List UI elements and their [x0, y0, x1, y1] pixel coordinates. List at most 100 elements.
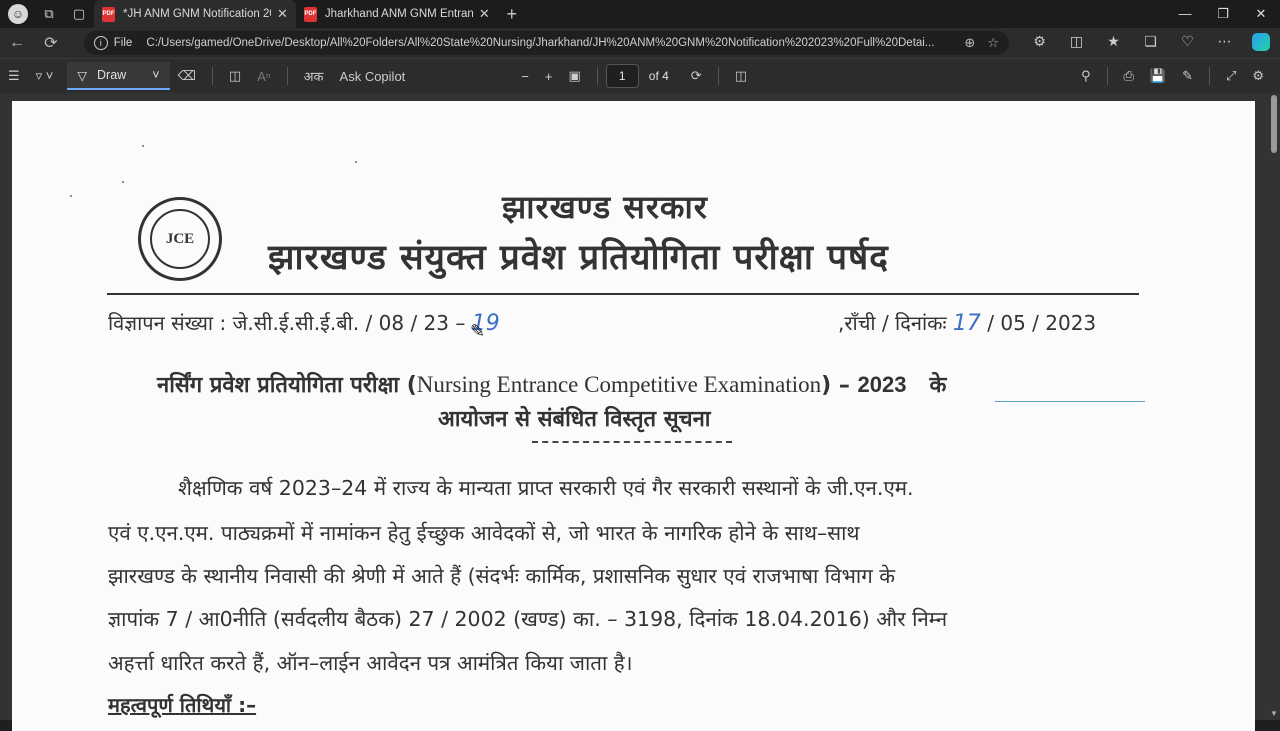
notice-date: ,राँची / दिनांकः 17 / 05 / 2023	[838, 309, 1096, 336]
advertisement-number: विज्ञापन संख्या : जे.सी.ई.सी.ई.बी. / 08 …	[108, 309, 500, 336]
workspaces-icon[interactable]: ⧉	[34, 0, 64, 28]
settings-gear-icon[interactable]: ⚙	[1244, 68, 1272, 84]
date-handwritten: 17	[952, 311, 981, 336]
rotate-icon[interactable]: ⟳	[683, 68, 710, 84]
zoom-out-button[interactable]: −	[513, 69, 537, 84]
more-menu-icon[interactable]: ⋯	[1206, 33, 1243, 54]
read-aloud-icon[interactable]: Aⁿ	[249, 69, 278, 84]
browser-extensions: ⚙ ◫ ★ ❏ ♡ ⋯	[1021, 32, 1280, 54]
fullscreen-icon[interactable]: ⤢	[1218, 68, 1244, 84]
speck	[142, 145, 144, 147]
chevron-down-icon[interactable]: ˅	[152, 68, 159, 82]
divider	[596, 67, 598, 85]
pdf-icon: PDF	[303, 6, 317, 22]
jceceb-seal-logo: JCE	[138, 197, 222, 281]
paragraph-line: अहर्त्ता धारित करते हैं, ऑन–लाईन आवेदन प…	[108, 651, 633, 675]
new-tab-button[interactable]: +	[498, 4, 526, 25]
tab-title: Jharkhand ANM GNM Entrance E	[324, 8, 473, 20]
page-total: of 4	[648, 69, 669, 83]
divider	[286, 67, 288, 85]
favorites-icon[interactable]: ★	[1095, 33, 1132, 54]
page-number-input[interactable]: 1	[605, 64, 639, 88]
browser-essentials-icon[interactable]: ♡	[1169, 33, 1206, 54]
page-view-icon[interactable]: ◫	[727, 68, 755, 84]
tab-bar: ☺ ⧉ ▢ PDF *JH ANM GNM Notification 2023 …	[0, 0, 1280, 28]
draw-label: Draw	[97, 68, 127, 82]
text-box-icon[interactable]: ◫	[221, 68, 249, 84]
search-icon[interactable]: ⚲	[1073, 68, 1099, 84]
save-icon[interactable]: 💾	[1142, 68, 1174, 84]
subject-close: ) –	[821, 373, 850, 398]
paragraph-line: ज्ञापांक 7 / आ0नीति (सर्वदलीय बैठक) 27 /…	[108, 607, 948, 631]
date-suffix: / 05 / 2023	[987, 311, 1097, 335]
tab-notification[interactable]: PDF *JH ANM GNM Notification 2023 ✕	[94, 0, 296, 28]
copilot-icon[interactable]	[1243, 32, 1280, 54]
tab-actions-icon[interactable]: ▢	[64, 0, 94, 28]
vertical-scrollbar[interactable]: ▼	[1270, 93, 1278, 720]
pen-icon: ▽	[77, 68, 88, 83]
extensions-icon[interactable]: ⚙	[1021, 33, 1058, 54]
translate-icon[interactable]: अक	[296, 67, 332, 85]
draw-button[interactable]: ▽ Draw ˅	[67, 62, 170, 90]
dashed-separator	[532, 441, 732, 443]
zoom-in-button[interactable]: +	[537, 69, 561, 84]
subject-line-2: आयोजन से संबंधित विस्तृत सूचना	[438, 407, 711, 432]
save-as-icon[interactable]: ✎	[1174, 68, 1201, 84]
favorite-star-icon[interactable]: ☆	[987, 35, 999, 51]
important-dates-heading: महत्वपूर्ण तिथियाँ :–	[108, 693, 257, 717]
speck	[70, 195, 72, 197]
subject-ke: के	[929, 373, 947, 398]
highlight-icon[interactable]: ▿ ˅	[28, 68, 62, 84]
maximize-button[interactable]: ❐	[1204, 0, 1242, 28]
paragraph-line: झारखण्ड के स्थानीय निवासी की श्रेणी में …	[108, 564, 896, 588]
scroll-down-icon[interactable]: ▼	[1270, 709, 1278, 718]
refresh-icon[interactable]: ⟳	[34, 33, 68, 53]
info-icon[interactable]: i	[93, 36, 108, 50]
paragraph-line: एवं ए.एन.एम. पाठ्यक्रमों में नामांकन हेत…	[108, 521, 860, 545]
close-window-button[interactable]: ✕	[1242, 0, 1280, 28]
close-icon[interactable]: ✕	[277, 6, 288, 22]
divider	[1106, 67, 1108, 85]
file-label: File	[113, 37, 133, 49]
collections-icon[interactable]: ❏	[1132, 33, 1169, 54]
subject-year: 2023	[857, 372, 907, 397]
divider	[211, 67, 213, 85]
seal-inner: JCE	[150, 209, 210, 269]
profile-icon[interactable]: ☺	[8, 4, 28, 24]
pdf-toolbar: ☰ ▿ ˅ ▽ Draw ˅ ⌫ ◫ Aⁿ अक Ask Copilot − +…	[0, 58, 1280, 93]
subject-line-1: नर्सिंग प्रवेश प्रतियोगिता परीक्षा (Nurs…	[157, 369, 946, 399]
address-input[interactable]: i File C:/Users/gamed/OneDrive/Desktop/A…	[83, 31, 1009, 55]
fit-page-icon[interactable]: ▣	[560, 68, 588, 84]
speck	[122, 181, 124, 183]
eraser-icon[interactable]: ⌫	[170, 68, 204, 84]
contents-icon[interactable]: ☰	[0, 68, 28, 84]
pen-cursor-icon: ✎	[470, 321, 486, 341]
back-icon[interactable]: ←	[0, 34, 34, 52]
pdf-page: JCE झारखण्ड सरकार झारखण्ड संयुक्त प्रवेश…	[12, 101, 1255, 731]
minimize-button[interactable]: —	[1166, 0, 1204, 28]
close-icon[interactable]: ✕	[479, 6, 490, 22]
subject-hindi: नर्सिंग प्रवेश प्रतियोगिता परीक्षा (	[157, 373, 417, 398]
ask-copilot-button[interactable]: Ask Copilot	[332, 69, 414, 84]
print-icon[interactable]: ⎙	[1116, 68, 1142, 84]
date-prefix: ,राँची / दिनांकः	[838, 311, 947, 335]
pen-underline	[995, 401, 1145, 402]
scrollbar-thumb[interactable]	[1271, 95, 1277, 153]
window-controls: — ❐ ✕	[1166, 0, 1280, 28]
subject-english: Nursing Entrance Competitive Examination	[416, 372, 822, 397]
divider	[717, 67, 719, 85]
tab-entrance[interactable]: PDF Jharkhand ANM GNM Entrance E ✕	[296, 0, 498, 28]
divider	[1209, 67, 1211, 85]
header-rule	[107, 293, 1139, 295]
heading-government: झारखण्ड सरकार	[502, 188, 708, 226]
pdf-viewer: JCE झारखण्ड सरकार झारखण्ड संयुक्त प्रवेश…	[0, 93, 1280, 731]
ref-prefix: विज्ञापन संख्या : जे.सी.ई.सी.ई.बी. / 08 …	[108, 311, 466, 335]
pdf-icon: PDF	[102, 6, 115, 22]
zoom-icon[interactable]: ⊕	[964, 35, 975, 51]
address-bar-row: ← ⟳ i File C:/Users/gamed/OneDrive/Deskt…	[0, 28, 1280, 58]
heading-board: झारखण्ड संयुक्त प्रवेश प्रतियोगिता परीक्…	[268, 238, 889, 278]
paragraph-line: शैक्षणिक वर्ष 2023–24 में राज्य के मान्य…	[178, 476, 914, 500]
split-screen-icon[interactable]: ◫	[1058, 33, 1095, 54]
speck	[355, 161, 357, 163]
tab-title: *JH ANM GNM Notification 2023	[123, 8, 271, 20]
